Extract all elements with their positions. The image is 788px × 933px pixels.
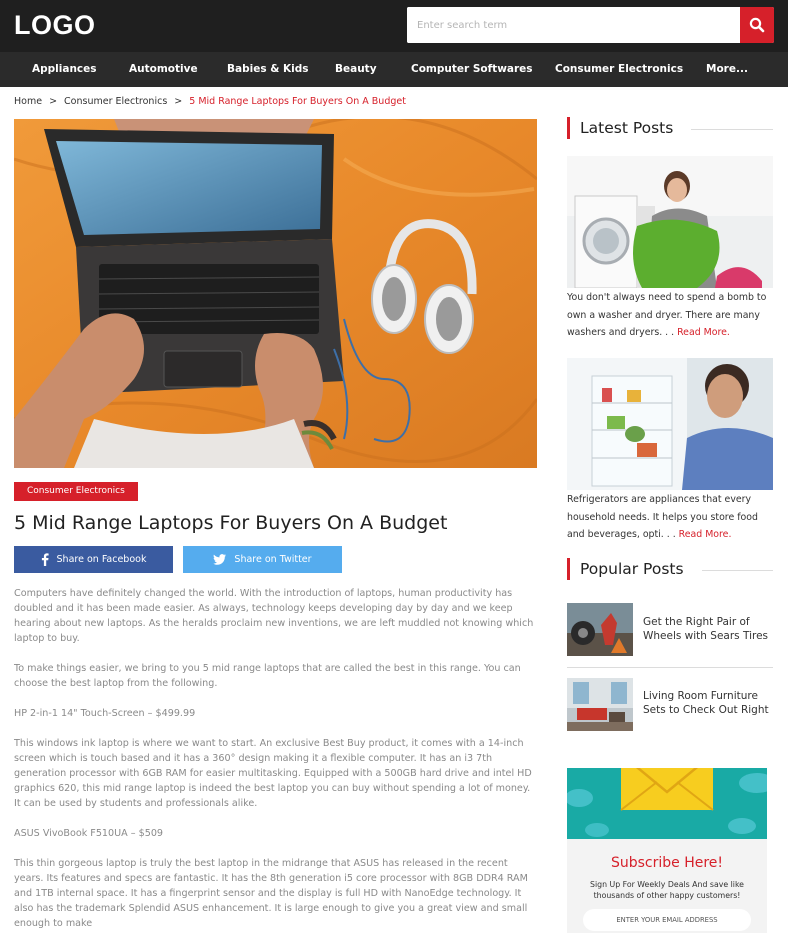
twitter-icon [213,554,227,565]
breadcrumb: Home > Consumer Electronics >5 Mid Range La… [14,96,406,107]
latest-post-excerpt: You don't always need to spend a bomb to… [567,289,773,342]
subscribe-title: Subscribe Here! [610,855,724,871]
popular-post-thumb-furniture[interactable] [567,678,633,731]
article-body: Computers have definitely changed the wo… [14,586,539,933]
laptop-on-bed-illustration [14,119,537,468]
search-button[interactable] [740,7,774,43]
latest-post-image-refrigerator[interactable] [567,358,773,490]
subscribe-description: Sign Up For Weekly Deals And save like t… [590,880,744,900]
article-paragraph: To make things easier, we bring to you 5… [14,663,521,689]
top-header: LOGO [0,0,788,52]
subscribe-widget: Subscribe Here! Sign Up For Weekly Deals… [567,768,767,933]
refrigerator-photo [567,358,773,490]
popular-post-title[interactable]: Living Room Furniture Sets to Check Out … [643,689,778,717]
product-heading: HP 2-in-1 14" Touch-Screen – $499.99 [14,708,196,719]
breadcrumb-home[interactable]: Home [14,96,42,107]
popular-post-title[interactable]: Get the Right Pair of Wheels with Sears … [643,615,778,643]
nav-item-beauty[interactable]: Beauty [335,52,377,87]
latest-post-excerpt: Refrigerators are appliances that every … [567,491,773,544]
latest-post-text: You don't always need to spend a bomb to… [567,292,767,338]
read-more-link[interactable]: Read More. [679,529,732,540]
nav-item-babies-kids[interactable]: Babies & Kids [227,52,309,87]
tires-photo [567,603,633,656]
breadcrumb-separator: > [49,96,58,107]
heading-divider [702,570,773,571]
popular-post-thumb-tires[interactable] [567,603,633,656]
envelope-icon [567,768,767,837]
nav-item-more[interactable]: More... [706,52,748,87]
living-room-photo [567,678,633,731]
share-twitter-label: Share on Twitter [234,554,312,565]
popular-posts-heading: Popular Posts [567,558,684,580]
share-facebook-label: Share on Facebook [56,554,147,565]
breadcrumb-category[interactable]: Consumer Electronics [64,96,167,107]
washer-photo [567,156,773,288]
search-input[interactable] [407,7,740,43]
nav-item-computer-softwares[interactable]: Computer Softwares [411,52,533,87]
latest-posts-heading: Latest Posts [567,117,673,139]
article-paragraph: This thin gorgeous laptop is truly the b… [14,858,528,929]
site-logo[interactable]: LOGO [14,10,96,41]
article-paragraph: This windows ink laptop is where we want… [14,738,532,809]
search-bar [407,7,774,43]
share-facebook-button[interactable]: Share on Facebook [14,546,173,573]
product-heading: ASUS VivoBook F510UA – $509 [14,828,164,839]
nav-item-automotive[interactable]: Automotive [129,52,198,87]
article-hero-image [14,119,537,468]
heading-divider [691,129,773,130]
facebook-icon [41,553,49,566]
article-paragraph: Computers have definitely changed the wo… [14,588,534,644]
nav-item-appliances[interactable]: Appliances [32,52,97,87]
article-category-badge[interactable]: Consumer Electronics [14,482,138,501]
popular-divider [567,667,773,668]
article-title: 5 Mid Range Laptops For Buyers On A Budg… [14,512,448,534]
email-field[interactable] [583,909,751,931]
subscribe-banner [567,768,767,839]
main-nav: Appliances Automotive Babies & Kids Beau… [0,52,788,87]
search-icon [749,17,765,33]
share-twitter-button[interactable]: Share on Twitter [183,546,342,573]
latest-post-image-washer[interactable] [567,156,773,288]
read-more-link[interactable]: Read More. [677,327,730,338]
breadcrumb-separator: > [174,96,183,107]
nav-item-consumer-electronics[interactable]: Consumer Electronics [555,52,683,87]
breadcrumb-current: 5 Mid Range Laptops For Buyers On A Budg… [189,96,406,107]
